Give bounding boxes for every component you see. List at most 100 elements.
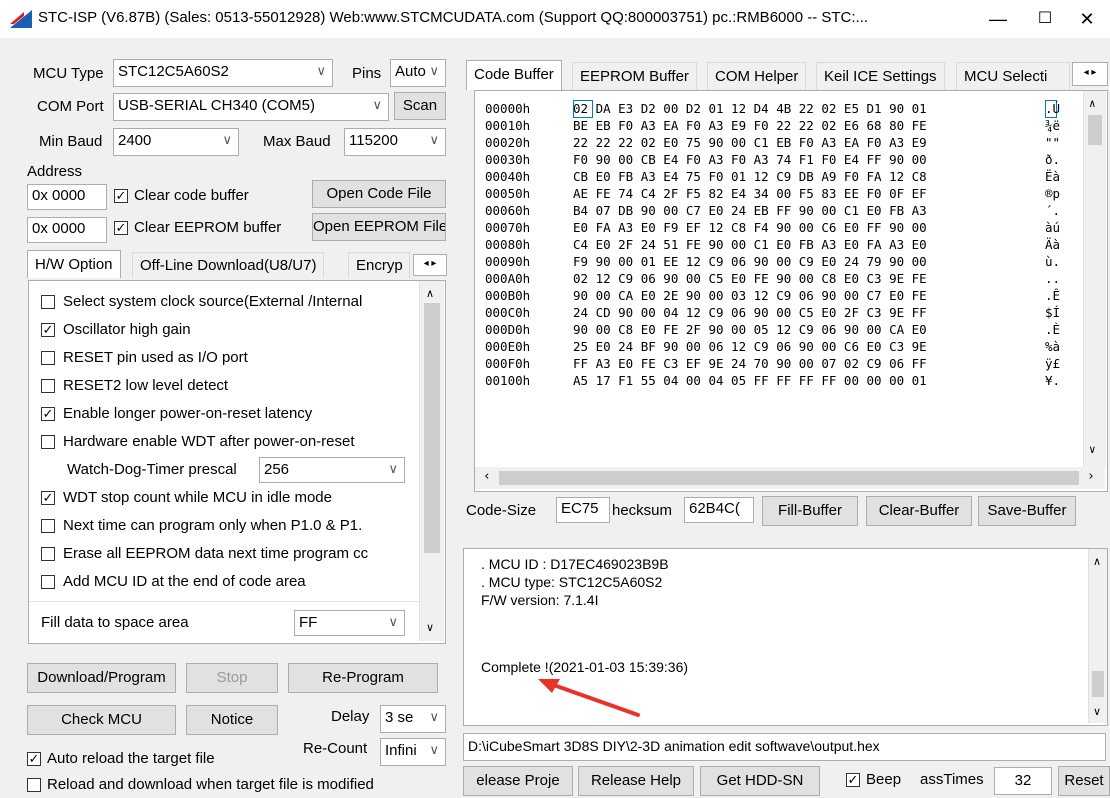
checkbox[interactable] bbox=[41, 575, 55, 589]
tab-hw-option[interactable]: H/W Option bbox=[27, 250, 121, 278]
checkbox[interactable]: ✓ bbox=[41, 323, 55, 337]
delay-select[interactable]: 3 se ∨ bbox=[380, 705, 446, 733]
hex-vertical-scrollbar[interactable]: ∧ ∨ bbox=[1083, 91, 1106, 467]
scroll-thumb[interactable] bbox=[1092, 671, 1104, 697]
code-size-label: Code-Size bbox=[466, 502, 537, 519]
clear-buffer-button[interactable]: Clear-Buffer bbox=[866, 496, 972, 526]
chevron-down-icon: ∨ bbox=[429, 742, 439, 757]
auto-reload-checkbox[interactable]: ✓ bbox=[27, 752, 41, 766]
scroll-left-icon[interactable]: ‹ bbox=[483, 469, 491, 484]
chevron-down-icon: ∨ bbox=[316, 63, 326, 78]
tab-mcu-selection[interactable]: MCU Selecti bbox=[956, 62, 1070, 90]
close-button[interactable]: ✕ bbox=[1064, 6, 1110, 32]
scroll-down-icon[interactable]: ∨ bbox=[1093, 705, 1101, 718]
checkbox[interactable] bbox=[41, 295, 55, 309]
scroll-down-icon[interactable]: ∨ bbox=[426, 621, 434, 634]
scroll-down-icon[interactable]: ∨ bbox=[1089, 443, 1096, 456]
notice-button[interactable]: Notice bbox=[186, 705, 278, 735]
recount-select[interactable]: Infini ∨ bbox=[380, 738, 446, 766]
reload-modified-label: Reload and download when target file is … bbox=[47, 776, 374, 793]
log-complete-line: Complete !(2021-01-03 15:39:36) bbox=[481, 659, 689, 675]
target-file-path[interactable]: D:\iCubeSmart 3D8S DIY\2-3D animation ed… bbox=[463, 733, 1106, 761]
tab-scroll-arrows-icon[interactable]: ◂ ▸ bbox=[413, 254, 447, 276]
passtimes-label: assTimes bbox=[920, 771, 984, 788]
tab-com-helper[interactable]: COM Helper bbox=[707, 62, 807, 90]
check-mcu-button[interactable]: Check MCU bbox=[27, 705, 176, 735]
chevron-down-icon: ∨ bbox=[429, 132, 439, 147]
tab-offline-download[interactable]: Off-Line Download(U8/U7) bbox=[132, 252, 325, 278]
com-port-select[interactable]: USB-SERIAL CH340 (COM5) ∨ bbox=[113, 93, 389, 121]
stc-app-icon bbox=[10, 10, 32, 28]
maximize-button[interactable]: ☐ bbox=[1022, 6, 1068, 32]
log-scrollbar[interactable]: ∧ ∨ bbox=[1088, 549, 1107, 723]
hw-option-scrollbar[interactable]: ∧ ∨ bbox=[419, 281, 444, 641]
code-size-field: EC75 bbox=[556, 497, 610, 523]
save-buffer-button[interactable]: Save-Buffer bbox=[978, 496, 1076, 526]
title-bar: STC-ISP (V6.87B) (Sales: 0513-55012928) … bbox=[0, 0, 1110, 38]
min-baud-select[interactable]: 2400 ∨ bbox=[113, 128, 239, 156]
minimize-button[interactable]: — bbox=[975, 6, 1021, 32]
passtimes-field: 32 bbox=[994, 767, 1052, 795]
scroll-thumb[interactable] bbox=[499, 471, 1079, 485]
tab-eeprom-buffer[interactable]: EEPROM Buffer bbox=[572, 62, 697, 90]
scroll-up-icon[interactable]: ∧ bbox=[1093, 555, 1101, 568]
checkbox[interactable] bbox=[41, 351, 55, 365]
clear-eeprom-label: Clear EEPROM buffer bbox=[134, 219, 282, 236]
beep-checkbox[interactable]: ✓ bbox=[846, 773, 860, 787]
address-label: Address bbox=[27, 163, 83, 180]
com-port-value: USB-SERIAL CH340 (COM5) bbox=[118, 97, 315, 114]
scroll-up-icon[interactable]: ∧ bbox=[1089, 97, 1096, 110]
chevron-down-icon: ∨ bbox=[222, 132, 232, 147]
stop-button[interactable]: Stop bbox=[186, 663, 278, 693]
release-help-button[interactable]: Release Help bbox=[578, 766, 694, 796]
code-buffer-hex-view[interactable]: 00000h 02 DA E3 D2 00 D2 01 12 D4 4B 22 0… bbox=[474, 90, 1108, 492]
hex-horizontal-scrollbar[interactable]: ‹ › bbox=[475, 467, 1105, 489]
checkbox[interactable] bbox=[41, 435, 55, 449]
checkbox[interactable] bbox=[41, 519, 55, 533]
checkbox[interactable] bbox=[41, 547, 55, 561]
scroll-right-icon[interactable]: › bbox=[1087, 469, 1095, 484]
reset-button[interactable]: Reset bbox=[1058, 766, 1110, 796]
output-log[interactable]: . MCU ID : D17EC469023B9B. MCU type: STC… bbox=[463, 548, 1108, 726]
clear-eeprom-checkbox[interactable]: ✓ bbox=[114, 221, 128, 235]
scroll-thumb[interactable] bbox=[424, 303, 440, 553]
wdt-prescal-select[interactable]: 256 ∨ bbox=[259, 457, 405, 483]
clear-code-label: Clear code buffer bbox=[134, 187, 249, 204]
checkbox[interactable] bbox=[41, 379, 55, 393]
checkbox[interactable]: ✓ bbox=[41, 491, 55, 505]
pins-value: Auto bbox=[395, 63, 426, 80]
mcu-type-value: STC12C5A60S2 bbox=[118, 63, 229, 80]
scan-button[interactable]: Scan bbox=[394, 92, 446, 120]
get-hdd-sn-button[interactable]: Get HDD-SN bbox=[700, 766, 820, 796]
fill-data-select[interactable]: FF ∨ bbox=[294, 610, 405, 636]
tab-keil-ice-settings[interactable]: Keil ICE Settings bbox=[816, 62, 945, 90]
tab-scroll-arrows-icon[interactable]: ◂ ▸ bbox=[1072, 62, 1108, 86]
checkbox[interactable]: ✓ bbox=[41, 407, 55, 421]
red-arrow-icon bbox=[538, 679, 640, 717]
re-program-button[interactable]: Re-Program bbox=[288, 663, 438, 693]
open-code-file-button[interactable]: Open Code File bbox=[312, 180, 446, 208]
tab-encrypt[interactable]: Encryp bbox=[348, 252, 410, 278]
checksum-field: 62B4C( bbox=[684, 497, 754, 523]
open-eeprom-file-button[interactable]: Open EEPROM File bbox=[312, 213, 446, 241]
min-baud-label: Min Baud bbox=[39, 133, 103, 150]
reload-modified-checkbox[interactable] bbox=[27, 778, 41, 792]
eeprom-address-input[interactable]: 0x 0000 bbox=[27, 217, 107, 243]
download-program-button[interactable]: Download/Program bbox=[27, 663, 176, 693]
mcu-type-label: MCU Type bbox=[33, 65, 104, 82]
tab-code-buffer[interactable]: Code Buffer bbox=[466, 60, 562, 90]
scroll-up-icon[interactable]: ∧ bbox=[426, 287, 434, 300]
log-text: . MCU ID : D17EC469023B9B. MCU type: STC… bbox=[481, 556, 669, 608]
release-project-button[interactable]: elease Proje bbox=[463, 766, 573, 796]
max-baud-select[interactable]: 115200 ∨ bbox=[344, 128, 446, 156]
pins-select[interactable]: Auto ∨ bbox=[390, 59, 446, 87]
code-address-input[interactable]: 0x 0000 bbox=[27, 184, 107, 210]
scroll-thumb[interactable] bbox=[1088, 115, 1102, 145]
right-tab-strip: Code Buffer EEPROM Buffer COM Helper Kei… bbox=[466, 60, 1110, 90]
clear-code-checkbox[interactable]: ✓ bbox=[114, 189, 128, 203]
mcu-type-select[interactable]: STC12C5A60S2 ∨ bbox=[113, 59, 333, 87]
fill-buffer-button[interactable]: Fill-Buffer bbox=[762, 496, 858, 526]
chevron-down-icon: ∨ bbox=[388, 461, 398, 476]
window-title: STC-ISP (V6.87B) (Sales: 0513-55012928) … bbox=[38, 9, 869, 26]
fill-data-label: Fill data to space area bbox=[41, 614, 189, 631]
